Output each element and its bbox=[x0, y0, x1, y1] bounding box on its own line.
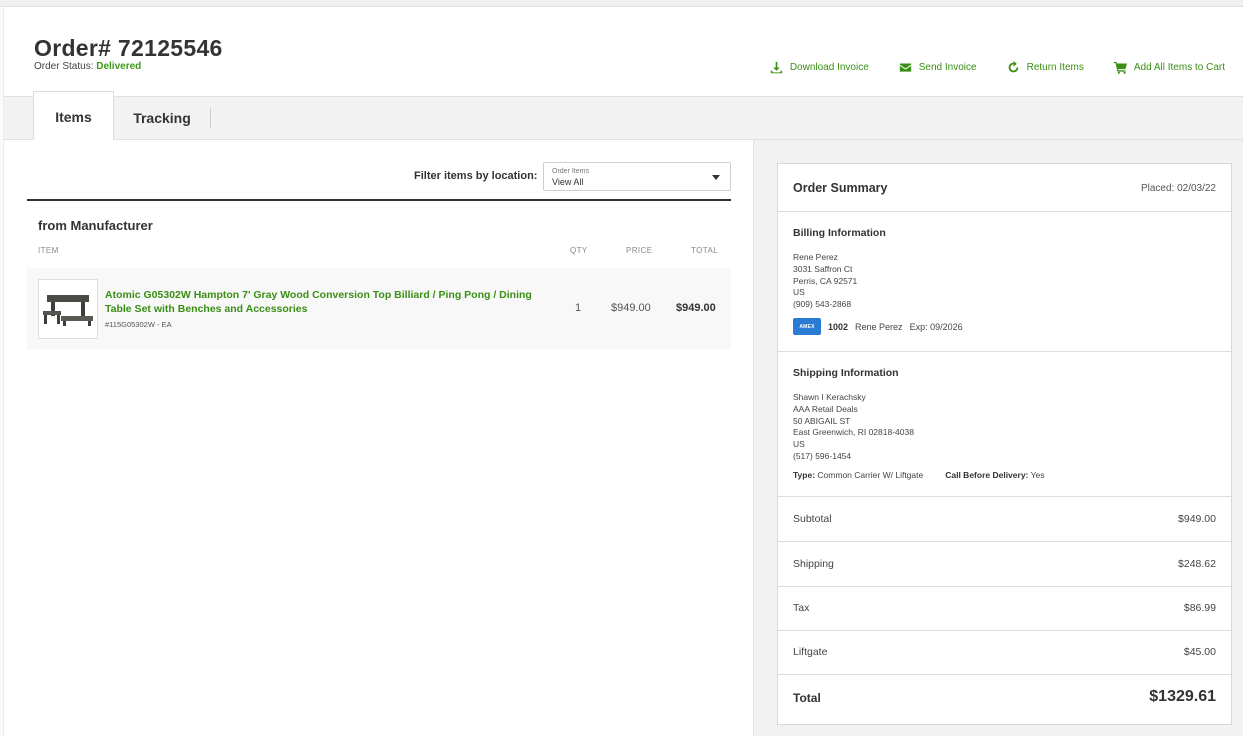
shipping-line: East Greenwich, RI 02818-4038 bbox=[793, 427, 914, 438]
column-header-qty: QTY bbox=[570, 246, 588, 255]
section-divider bbox=[27, 199, 731, 201]
shipping-line: AAA Retail Deals bbox=[793, 403, 858, 414]
shipping-title: Shipping Information bbox=[793, 367, 899, 379]
line-amount: $949.00 bbox=[1178, 513, 1216, 525]
order-title: Order# 72125546 bbox=[34, 35, 223, 61]
card-last4: 1002 bbox=[828, 321, 849, 332]
cart-icon bbox=[1113, 61, 1127, 74]
column-header-price: PRICE bbox=[626, 246, 653, 255]
filter-select-value: View All bbox=[552, 177, 584, 187]
order-header: Order# 72125546 Order Status: Delivered … bbox=[4, 7, 1243, 96]
tab-tracking[interactable]: Tracking bbox=[114, 96, 210, 140]
column-header-total: TOTAL bbox=[691, 246, 719, 255]
summary-title: Order Summary bbox=[793, 181, 888, 195]
card-expiry: Exp: 09/2026 bbox=[909, 321, 963, 332]
line-label: Shipping bbox=[793, 558, 834, 570]
billing-address: Rene Perez 3031 Saffron Ct Perris, CA 92… bbox=[793, 252, 857, 311]
product-sku: #115G05302W - EA bbox=[105, 320, 172, 329]
billing-line: (909) 543-2868 bbox=[793, 299, 852, 310]
top-strip bbox=[0, 0, 1243, 7]
add-all-to-cart-label: Add All Items to Cart bbox=[1133, 62, 1225, 73]
placed-date: Placed: 02/03/22 bbox=[1140, 183, 1216, 194]
shipping-line: Shawn I Kerachsky bbox=[793, 392, 866, 402]
line-amount: $86.99 bbox=[1183, 602, 1216, 614]
summary-line-liftgate: Liftgate $45.00 bbox=[778, 630, 1231, 675]
shipping-line: 50 ABIGAIL ST bbox=[793, 415, 851, 426]
filter-select-caption: Order Items bbox=[552, 168, 589, 175]
line-label: Subtotal bbox=[793, 513, 832, 525]
billing-line: 3031 Saffron Ct bbox=[793, 263, 853, 274]
table-set-image bbox=[43, 295, 93, 326]
return-items-label: Return Items bbox=[1026, 62, 1084, 73]
return-items-button[interactable]: Return Items bbox=[1007, 61, 1084, 74]
send-invoice-button[interactable]: Send Invoice bbox=[899, 61, 977, 74]
item-row: Atomic G05302W Hampton 7' Gray Wood Conv… bbox=[27, 268, 731, 350]
download-icon bbox=[770, 61, 783, 74]
filter-label: Filter items by location: bbox=[414, 170, 538, 182]
call-before-delivery: Call Before Delivery: Yes bbox=[945, 470, 1045, 480]
total-amount: $1329.61 bbox=[1149, 688, 1216, 705]
summary-line-subtotal: Subtotal $949.00 bbox=[778, 497, 1231, 542]
summary-header: Order Summary Placed: 02/03/22 bbox=[778, 164, 1231, 212]
product-thumbnail[interactable] bbox=[38, 279, 98, 339]
summary-total: Total $1329.61 bbox=[778, 674, 1231, 724]
envelope-icon bbox=[899, 63, 911, 72]
item-price: $949.00 bbox=[611, 302, 651, 314]
summary-line-tax: Tax $86.99 bbox=[778, 586, 1231, 631]
payment-card: AMEX 1002 Rene Perez Exp: 09/2026 bbox=[793, 318, 963, 335]
column-header-item: ITEM bbox=[38, 246, 59, 255]
line-amount: $45.00 bbox=[1183, 646, 1216, 658]
order-status-label: Order Status: bbox=[34, 61, 94, 72]
card-name: Rene Perez bbox=[855, 321, 903, 332]
shipping-line: (517) 596-1454 bbox=[793, 450, 852, 461]
section-title: from Manufacturer bbox=[38, 218, 153, 233]
shipping-address: Shawn I Kerachsky AAA Retail Deals 50 AB… bbox=[793, 392, 914, 463]
line-label: Liftgate bbox=[793, 646, 828, 658]
item-qty: 1 bbox=[575, 302, 582, 314]
line-amount: $248.62 bbox=[1178, 558, 1216, 570]
order-actions: Download Invoice Send Invoice Return Ite… bbox=[770, 61, 1225, 74]
download-invoice-label: Download Invoice bbox=[789, 62, 869, 73]
location-filter-select[interactable]: Order Items View All bbox=[543, 162, 731, 191]
items-panel: Filter items by location: Order Items Vi… bbox=[4, 140, 754, 736]
chevron-down-icon bbox=[712, 175, 720, 180]
line-label: Tax bbox=[793, 602, 810, 614]
tab-bar: Items Tracking bbox=[4, 91, 1243, 141]
summary-line-shipping: Shipping $248.62 bbox=[778, 542, 1231, 587]
billing-line: Rene Perez bbox=[793, 252, 838, 262]
order-summary-card: Order Summary Placed: 02/03/22 Billing I… bbox=[777, 163, 1232, 725]
refresh-icon bbox=[1008, 61, 1018, 73]
order-status-value: Delivered bbox=[96, 61, 142, 72]
billing-info: Billing Information Rene Perez 3031 Saff… bbox=[778, 212, 1231, 352]
order-status: Order Status: Delivered bbox=[34, 61, 141, 72]
shipping-type: Type: Common Carrier W/ Liftgate bbox=[793, 470, 924, 480]
item-total: $949.00 bbox=[676, 302, 716, 314]
download-invoice-button[interactable]: Download Invoice bbox=[770, 61, 869, 74]
shipping-meta: Type: Common Carrier W/ Liftgate Call Be… bbox=[793, 470, 1044, 480]
shipping-info: Shipping Information Shawn I Kerachsky A… bbox=[778, 352, 1231, 497]
add-all-to-cart-button[interactable]: Add All Items to Cart bbox=[1113, 61, 1225, 74]
shipping-line: US bbox=[793, 439, 805, 450]
billing-line: US bbox=[793, 287, 805, 298]
total-label: Total bbox=[793, 691, 821, 705]
tab-items[interactable]: Items bbox=[33, 91, 114, 141]
send-invoice-label: Send Invoice bbox=[918, 62, 977, 73]
billing-line: Perris, CA 92571 bbox=[793, 275, 858, 286]
billing-title: Billing Information bbox=[793, 227, 886, 239]
tab-separator bbox=[210, 108, 211, 128]
amex-card-icon: AMEX bbox=[793, 318, 821, 335]
product-name-link[interactable]: Atomic G05302W Hampton 7' Gray Wood Conv… bbox=[105, 288, 555, 316]
